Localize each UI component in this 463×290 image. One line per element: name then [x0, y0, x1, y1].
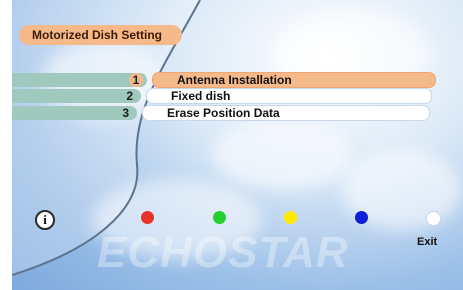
red-button-icon[interactable] [141, 211, 154, 224]
menu-item-label: Antenna Installation [177, 73, 292, 87]
brand-watermark: ECHOSTAR [97, 228, 349, 277]
screen: ECHOSTAR Motorized Dish Setting 1 2 3 An… [0, 0, 463, 290]
white-button-icon[interactable] [426, 211, 441, 226]
blue-button-icon[interactable] [355, 211, 368, 224]
menu-number-2: 2 [12, 89, 141, 103]
menu-item-fixed-dish[interactable]: Fixed dish [146, 88, 432, 104]
green-button-icon[interactable] [213, 211, 226, 224]
info-icon[interactable]: i [35, 210, 55, 230]
menu-number-label: 1 [129, 73, 143, 87]
menu-item-label: Fixed dish [171, 89, 231, 103]
menu-number-1: 1 [12, 73, 147, 87]
menu-item-antenna-installation[interactable]: Antenna Installation [152, 72, 436, 88]
menu-number-label: 3 [122, 106, 129, 120]
menu-number-label: 2 [126, 89, 133, 103]
menu-item-erase-position-data[interactable]: Erase Position Data [142, 105, 430, 121]
yellow-button-icon[interactable] [284, 211, 297, 224]
page-title: Motorized Dish Setting [19, 25, 182, 45]
menu-item-label: Erase Position Data [167, 106, 280, 120]
exit-label: Exit [417, 236, 438, 248]
menu-number-3: 3 [12, 106, 137, 120]
tv-background: ECHOSTAR Motorized Dish Setting 1 2 3 An… [12, 0, 463, 290]
